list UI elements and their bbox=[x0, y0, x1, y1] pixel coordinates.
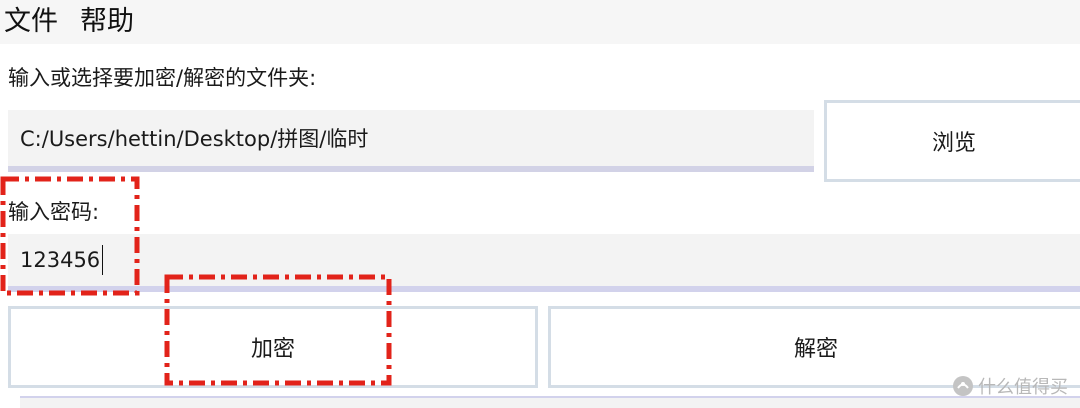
text-caret bbox=[102, 245, 104, 275]
menu-help[interactable]: 帮助 bbox=[72, 0, 140, 44]
encrypt-button[interactable]: 加密 bbox=[8, 306, 538, 388]
menu-file[interactable]: 文件 bbox=[0, 0, 64, 44]
watermark: 什么值得买 bbox=[952, 372, 1068, 400]
password-label: 输入密码: bbox=[8, 200, 100, 224]
menu-bar: 文件 帮助 bbox=[0, 0, 1080, 44]
password-value: 123456 bbox=[20, 248, 101, 272]
watermark-text: 什么值得买 bbox=[978, 377, 1068, 398]
browse-button[interactable]: 浏览 bbox=[824, 100, 1080, 182]
folder-path-value: C:/Users/hettin/Desktop/拼图/临时 bbox=[20, 127, 369, 151]
password-input[interactable]: 123456 bbox=[8, 234, 1080, 292]
folder-label: 输入或选择要加密/解密的文件夹: bbox=[8, 66, 317, 90]
output-field[interactable] bbox=[20, 396, 1080, 408]
folder-path-input[interactable]: C:/Users/hettin/Desktop/拼图/临时 bbox=[8, 110, 814, 172]
watermark-logo-icon bbox=[953, 376, 973, 396]
